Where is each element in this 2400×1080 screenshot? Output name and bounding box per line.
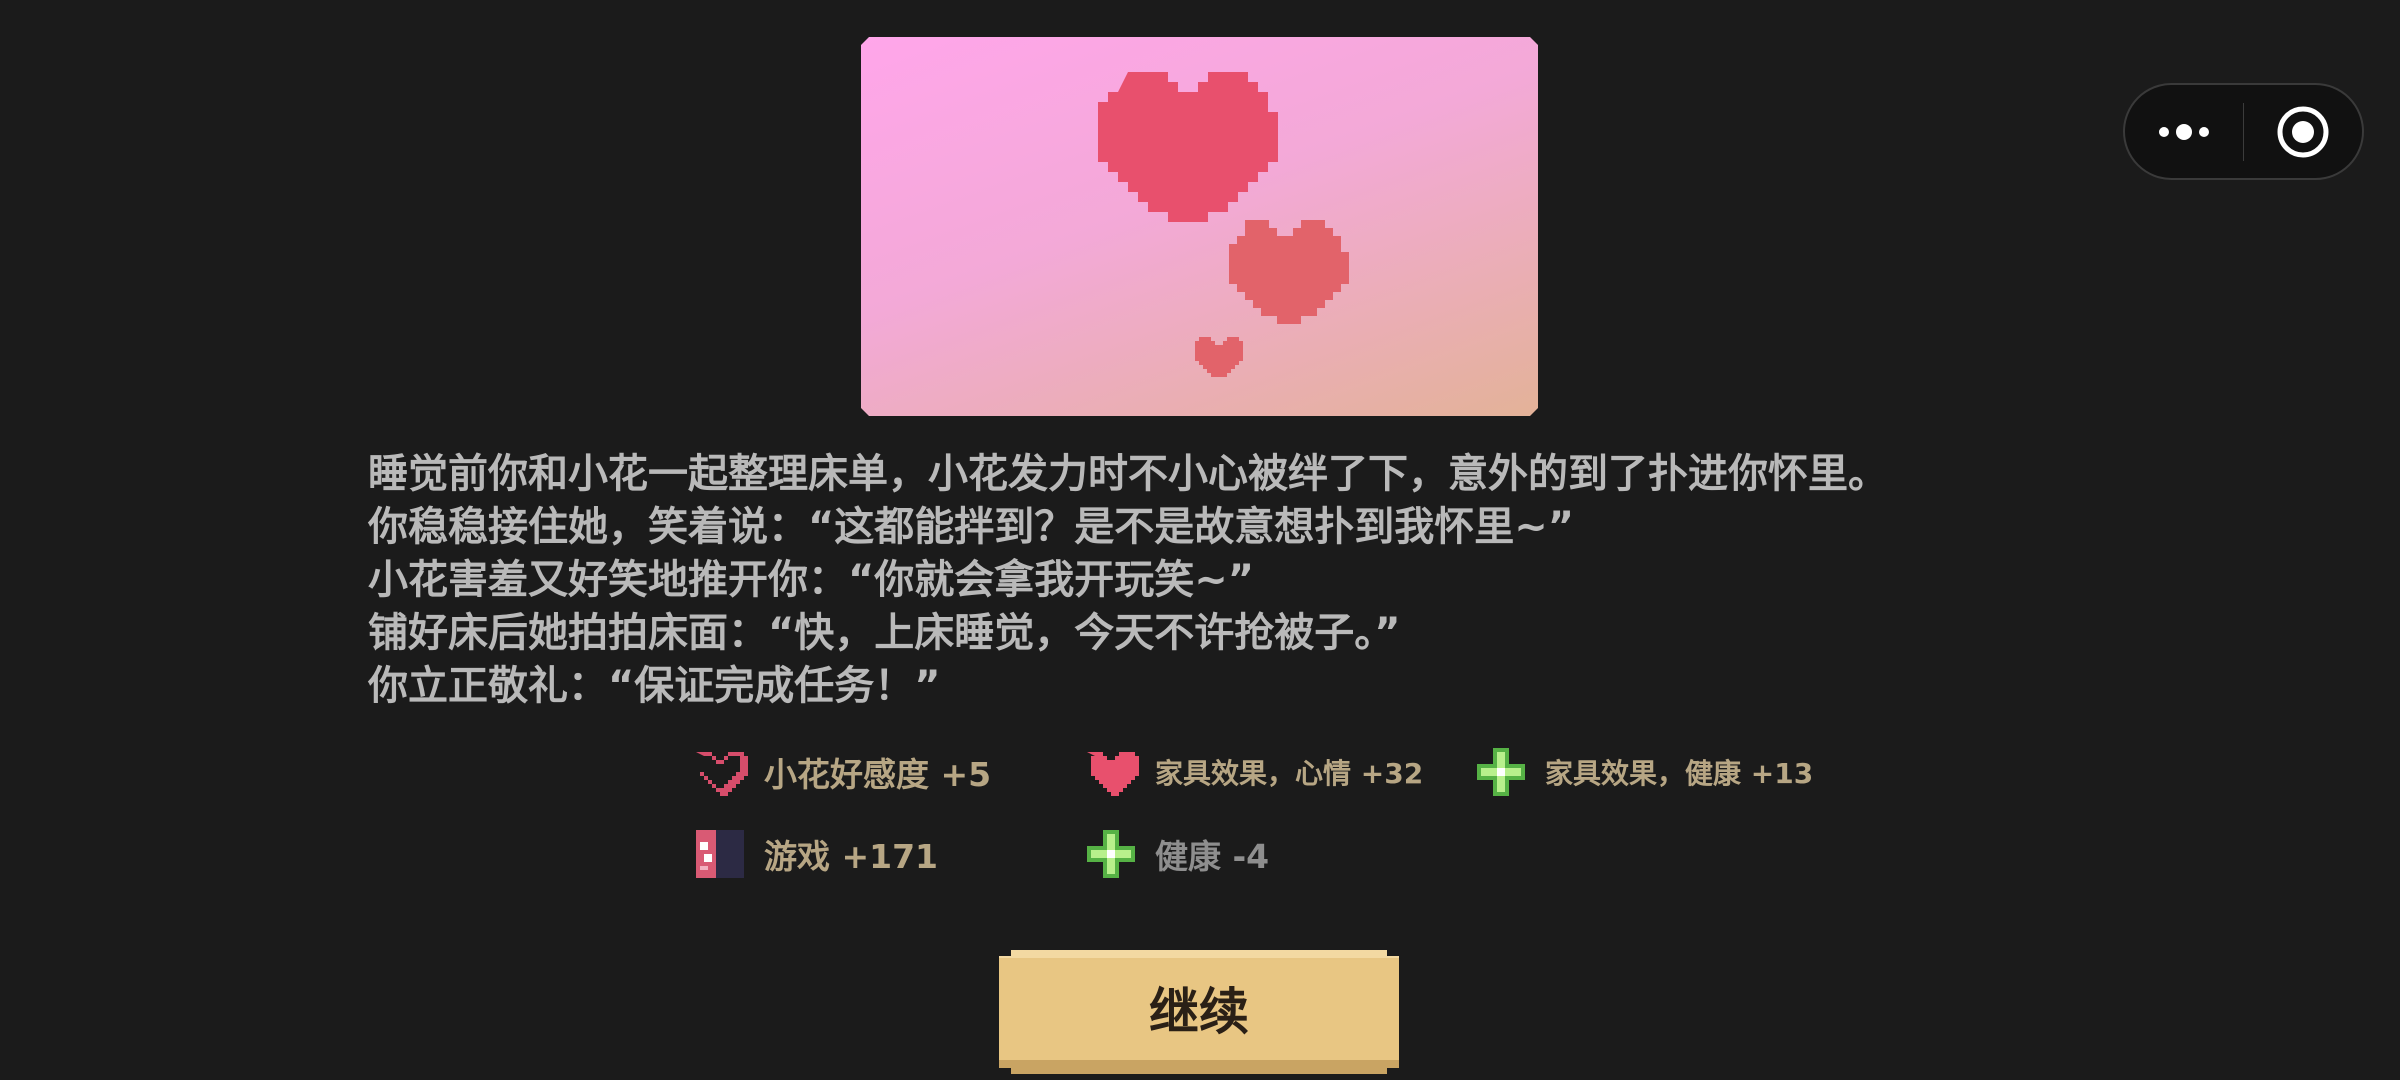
- reward-health: 健康 -4: [1083, 826, 1269, 882]
- game-cartridge-icon: [692, 826, 748, 882]
- reward-label: 小花好感度 +5: [764, 755, 992, 794]
- story-line: 你立正敬礼：“保证完成任务！”: [368, 663, 941, 709]
- reward-label: 家具效果，心情 +32: [1155, 757, 1424, 790]
- target-close-icon: [2277, 106, 2329, 157]
- reward-mood: 家具效果，心情 +32: [1083, 744, 1423, 800]
- reward-affection: 小花好感度 +5: [692, 744, 991, 800]
- heart-outline-icon: [692, 744, 748, 800]
- reward-health-furniture: 家具效果，健康 +13: [1473, 744, 1813, 800]
- event-illustration: [861, 37, 1538, 416]
- big-heart-graphic: [1098, 72, 1278, 232]
- reward-label: 健康 -4: [1155, 837, 1270, 876]
- reward-label: 家具效果，健康 +13: [1545, 757, 1814, 790]
- reward-label: 游戏 +171: [764, 837, 939, 876]
- green-cross-icon: [1473, 744, 1529, 800]
- more-dots-icon: [2158, 123, 2209, 140]
- story-line: 你稳稳接住她，笑着说：“这都能拌到？是不是故意想扑到我怀里~”: [368, 504, 1575, 550]
- event-screen: 睡觉前你和小花一起整理床单，小花发力时不小心被绊了下，意外的到了扑进你怀里。 你…: [0, 0, 2400, 1080]
- story-line: 铺好床后她拍拍床面：“快，上床睡觉，今天不许抢被子。”: [368, 610, 1401, 656]
- story-line: 小花害羞又好笑地推开你：“你就会拿我开玩笑~”: [368, 557, 1255, 603]
- more-button[interactable]: [2125, 85, 2243, 178]
- green-cross-icon: [1083, 826, 1139, 882]
- close-button[interactable]: [2244, 85, 2362, 178]
- story-line: 睡觉前你和小花一起整理床单，小花发力时不小心被绊了下，意外的到了扑进你怀里。: [368, 451, 1888, 497]
- heart-icon: [1083, 744, 1139, 800]
- reward-game: 游戏 +171: [692, 826, 938, 882]
- mini-program-capsule: [2123, 83, 2364, 180]
- continue-button[interactable]: 继续: [999, 950, 1399, 1074]
- medium-heart-graphic: [1221, 220, 1349, 328]
- small-heart-graphic: [1191, 337, 1247, 383]
- story-text: 睡觉前你和小花一起整理床单，小花发力时不小心被绊了下，意外的到了扑进你怀里。 你…: [368, 448, 2068, 713]
